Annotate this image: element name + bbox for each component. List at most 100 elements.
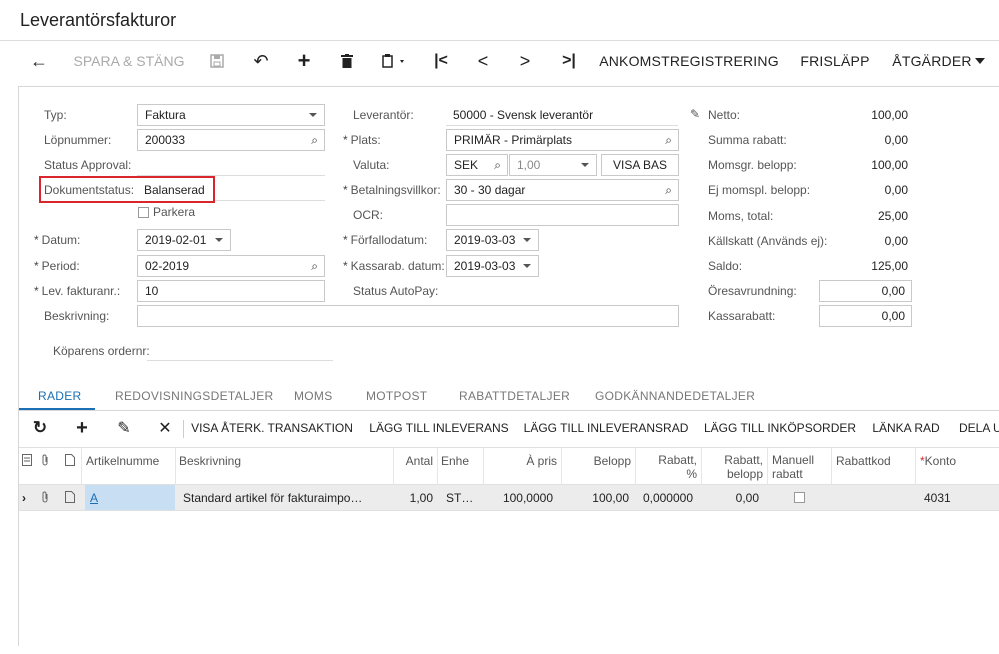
release-button[interactable]: FRISLÄPP (798, 44, 872, 78)
save-close-button[interactable]: SPARA & STÄNG (72, 44, 186, 78)
arrival-registration-button[interactable]: ANKOMSTREGISTRERING (599, 44, 778, 78)
kassarabatt-field[interactable]: 0,00 (819, 305, 912, 327)
prev-record-icon[interactable]: < (472, 44, 494, 78)
tab-godkannandedetaljer[interactable]: GODKÄNNANDEDETALJER (595, 389, 755, 403)
parkera-checkbox[interactable] (138, 207, 149, 218)
momsgr-belopp-label: Momsgr. belopp: (708, 158, 797, 172)
actions-chevron-down-icon[interactable] (973, 44, 987, 78)
tab-redovisningsdetaljer[interactable]: REDOVISNINGSDETALJER (115, 389, 273, 403)
next-record-icon[interactable]: > (514, 44, 536, 78)
kassarab-datum-label: * Kassarab. datum: (343, 259, 445, 273)
betalningsvillkor-field[interactable]: 30 - 30 dagar ⌕ (446, 179, 679, 201)
column-separator (831, 448, 832, 485)
lopnummer-label: Löpnummer: (44, 133, 112, 147)
add-row-icon[interactable]: + (71, 413, 93, 443)
column-separator (393, 448, 394, 485)
chevron-down-icon (581, 163, 589, 167)
tab-motpost[interactable]: MOTPOST (366, 389, 427, 403)
forfallodatum-label: * Förfallodatum: (343, 233, 428, 247)
typ-value: Faktura (145, 108, 186, 122)
delete-icon[interactable] (336, 44, 358, 78)
tabs-divider (19, 410, 999, 411)
col-a-pris[interactable]: À pris (487, 454, 557, 468)
col-artikelnummer[interactable]: Artikelnumme (86, 454, 159, 468)
add-icon[interactable]: + (293, 44, 315, 78)
beskrivning-field[interactable] (137, 305, 679, 327)
col-konto[interactable]: *Konto (920, 454, 956, 468)
kassarab-datum-field[interactable]: 2019-03-03 (446, 255, 539, 277)
row-rabatt-belopp: 0,00 (735, 491, 759, 505)
search-icon[interactable]: ⌕ (665, 183, 672, 198)
copy-paste-icon[interactable] (380, 44, 410, 78)
row-document-icon[interactable] (65, 491, 75, 506)
moms-total-value: 25,00 (877, 209, 908, 223)
back-arrow-icon[interactable]: ← (28, 44, 50, 78)
ocr-field[interactable] (446, 204, 679, 226)
valuta-field[interactable]: SEK ⌕ (446, 154, 508, 176)
saldo-value: 125,00 (871, 259, 908, 273)
toolbar-separator (183, 420, 184, 438)
plats-field[interactable]: PRIMÄR - Primärplats ⌕ (446, 129, 679, 151)
forfallodatum-value: 2019-03-03 (454, 233, 516, 247)
tab-moms[interactable]: MOMS (294, 389, 333, 403)
col-belopp[interactable]: Belopp (565, 454, 631, 468)
row-artikelnummer-link[interactable]: A (90, 491, 98, 505)
oresavrundning-label: Öresavrundning: (708, 284, 797, 298)
typ-select[interactable]: Faktura (137, 104, 325, 126)
lanka-rad-button[interactable]: LÄNKA RAD (871, 413, 941, 443)
table-row[interactable]: › A Standard artikel för fakturaimpo… 1,… (19, 485, 999, 511)
row-attachment-icon[interactable] (41, 491, 50, 506)
chevron-down-icon (309, 113, 317, 117)
delete-row-icon[interactable]: ✕ (154, 413, 176, 443)
attachment-column-icon (41, 454, 50, 469)
status-autopay-label: Status AutoPay: (353, 284, 439, 298)
forfallodatum-field[interactable]: 2019-03-03 (446, 229, 539, 251)
column-separator (561, 448, 562, 485)
first-record-icon[interactable]: |< (430, 44, 452, 78)
tab-rader[interactable]: RADER (38, 389, 82, 403)
visa-aterk-transaktion-button[interactable]: VISA ÅTERK. TRANSAKTION (191, 413, 353, 443)
col-rabattkod[interactable]: Rabattkod (836, 454, 891, 468)
lev-fakturanr-field[interactable]: 10 (137, 280, 325, 302)
datum-label: * Datum: (34, 233, 81, 247)
leverantor-value: 50000 - Svensk leverantör (453, 108, 594, 122)
row-konto: 4031 (924, 491, 951, 505)
lagg-till-inkopsorder-button[interactable]: LÄGG TILL INKÖPSORDER (704, 413, 856, 443)
search-icon[interactable]: ⌕ (494, 158, 501, 173)
visa-bas-button[interactable]: VISA BAS (601, 154, 679, 176)
col-antal[interactable]: Antal (399, 454, 433, 468)
edit-pencil-icon[interactable]: ✎ (113, 413, 135, 443)
dela-button[interactable]: DELA U (959, 413, 999, 443)
row-rabatt-pct: 0,000000 (642, 491, 693, 505)
lopnummer-value: 200033 (145, 133, 186, 147)
actions-menu-button[interactable]: ÅTGÄRDER (892, 44, 972, 78)
kurs-field[interactable]: 1,00 (509, 154, 597, 176)
oresavrundning-value: 0,00 (881, 284, 905, 298)
col-rabatt-pct[interactable]: Rabatt,% (639, 453, 697, 481)
undo-icon[interactable]: ↶ (250, 44, 272, 78)
col-manuell-rabatt[interactable]: Manuell rabatt (772, 453, 814, 481)
row-manuell-rabatt-checkbox[interactable] (794, 492, 805, 503)
column-separator (701, 448, 702, 485)
kassarabatt-value: 0,00 (881, 309, 905, 323)
status-approval-label: Status Approval: (44, 158, 132, 172)
datum-field[interactable]: 2019-02-01 (137, 229, 231, 251)
period-field[interactable]: 02-2019 ⌕ (137, 255, 325, 277)
search-icon[interactable]: ⌕ (665, 133, 672, 148)
last-record-icon[interactable]: >| (558, 44, 580, 78)
lagg-till-inleveransrad-button[interactable]: LÄGG TILL INLEVERANSRAD (524, 413, 689, 443)
tab-rabattdetaljer[interactable]: RABATTDETALJER (459, 389, 570, 403)
lopnummer-field[interactable]: 200033 ⌕ (137, 129, 325, 151)
search-icon[interactable]: ⌕ (311, 133, 318, 148)
save-icon[interactable] (206, 44, 228, 78)
lagg-till-inleverans-button[interactable]: LÄGG TILL INLEVERANS (369, 413, 509, 443)
dokumentstatus-value: Balanserad (144, 183, 205, 197)
col-rabatt-belopp[interactable]: Rabatt, belopp (705, 453, 763, 481)
col-beskrivning[interactable]: Beskrivning (179, 454, 241, 468)
column-separator (175, 448, 176, 485)
netto-pencil-icon[interactable]: ✎ (690, 107, 700, 121)
search-icon[interactable]: ⌕ (311, 259, 318, 274)
refresh-icon[interactable]: ↻ (29, 413, 51, 443)
col-enhet[interactable]: Enhe (441, 454, 469, 468)
oresavrundning-field[interactable]: 0,00 (819, 280, 912, 302)
